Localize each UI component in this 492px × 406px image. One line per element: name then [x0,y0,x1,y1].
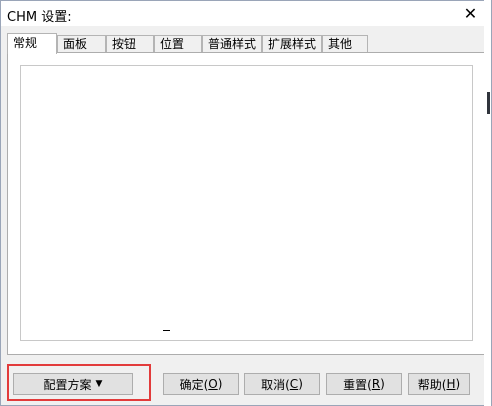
reset-label: 重置( [343,377,372,392]
help-accesskey: H [446,377,456,391]
tab-label: 其他 [328,37,353,51]
ok-button[interactable]: 确定(O) [163,373,239,395]
config-scheme-label: 配置方案 [43,377,92,392]
cancel-button[interactable]: 取消(C) [244,373,320,395]
tab-label: 面板 [63,37,88,51]
dialog-title: CHM 设置: [7,10,72,25]
tab-label: 扩展样式 [268,37,317,51]
tab-normal-style[interactable]: 普通样式 [202,35,262,52]
tab-extended-style[interactable]: 扩展样式 [262,35,322,52]
cancel-accesskey: C [289,377,299,391]
chm-settings-dialog: CHM 设置: ✕ 常规 面板 按钮 位置 普通样式 扩展样式 其他 配置方案 … [0,0,492,406]
background-window-edge [484,0,491,406]
ok-accesskey: O [208,377,218,391]
help-button[interactable]: 帮助(H) [408,373,470,395]
tab-general[interactable]: 常规 [7,33,57,54]
reset-label-close: ) [380,377,385,391]
tab-other[interactable]: 其他 [322,35,368,52]
close-button[interactable]: ✕ [456,1,485,26]
tab-label: 普通样式 [208,37,257,51]
tab-panel-general [7,52,485,355]
tab-label: 位置 [160,37,185,51]
cancel-label-close: ) [298,377,303,391]
tab-label: 常规 [13,36,38,50]
reset-accesskey: R [371,377,381,391]
reset-button[interactable]: 重置(R) [326,373,402,395]
tab-strip: 常规 面板 按钮 位置 普通样式 扩展样式 其他 [7,33,477,54]
title-bar: CHM 设置: ✕ [1,1,485,26]
tab-label: 按钮 [112,37,137,51]
help-label: 帮助( [417,377,447,392]
config-scheme-button[interactable]: 配置方案 ▼ [13,373,133,395]
ok-label: 确定( [179,377,209,392]
background-mark [487,92,490,114]
tab-panel[interactable]: 面板 [57,35,106,52]
chevron-down-icon: ▼ [95,379,103,389]
content-area [20,65,473,341]
tab-position[interactable]: 位置 [154,35,202,52]
cursor-mark [163,330,170,331]
close-icon: ✕ [463,4,478,23]
help-label-close: ) [455,377,461,391]
tab-buttons[interactable]: 按钮 [106,35,154,52]
ok-label-close: ) [217,377,223,391]
cancel-label: 取消( [261,377,290,392]
